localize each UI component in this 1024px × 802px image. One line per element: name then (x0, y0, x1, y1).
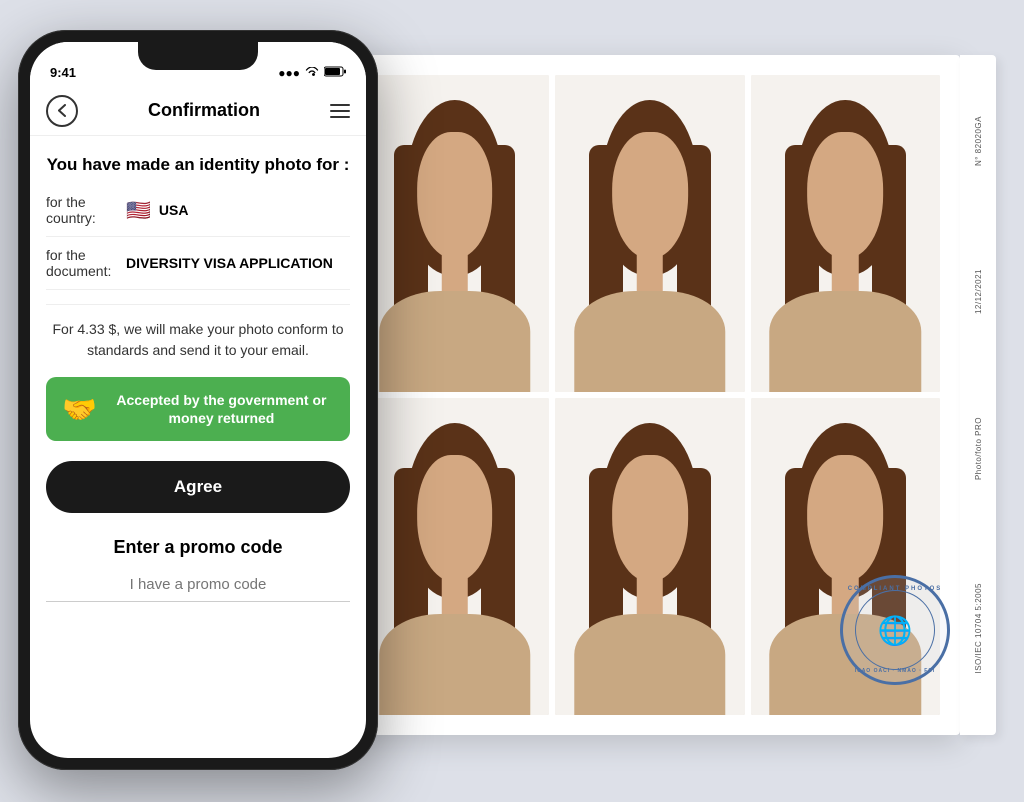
sheet-date1: 12/12/2021 (974, 269, 983, 314)
back-button[interactable] (46, 95, 78, 127)
stamp-text-bottom: ICAO OACI · NMAO · FCI (855, 668, 936, 674)
passport-photo (555, 398, 744, 715)
photo-sheet: N° 82020GA 12/12/2021 Photo/foto PRO ISO… (340, 55, 960, 735)
photo-cell-5 (555, 398, 744, 715)
photo-cell-4 (360, 398, 549, 715)
phone-screen: 9:41 ●●● Confirmation (30, 42, 366, 758)
phone-shell: 9:41 ●●● Confirmation (18, 30, 378, 770)
phone-mockup: 9:41 ●●● Confirmation (18, 30, 378, 770)
signal-icon: ●●● (278, 66, 300, 80)
guarantee-banner: 🤝 Accepted by the government or money re… (46, 377, 350, 441)
stamp-inner: 🌐 (855, 590, 935, 670)
battery-icon (324, 66, 346, 80)
document-value: DIVERSITY VISA APPLICATION (126, 255, 333, 271)
promo-input[interactable] (46, 568, 350, 602)
handshake-icon: 🤝 (62, 393, 97, 426)
menu-line (330, 116, 350, 118)
photo-sheet-sidebar: N° 82020GA 12/12/2021 Photo/foto PRO ISO… (960, 55, 996, 735)
nav-title: Confirmation (148, 100, 260, 121)
document-label: for the document: (46, 247, 126, 279)
sheet-standard: ISO/IEC 10704 5:2005 (974, 583, 983, 674)
country-value: 🇺🇸 USA (126, 198, 188, 223)
passport-photo (360, 398, 549, 715)
passport-photo (555, 75, 744, 392)
menu-line (330, 110, 350, 112)
stamp-circle: COMPLIANT PHOTOS 🌐 ICAO OACI · NMAO · FC… (840, 575, 950, 685)
photo-sheet-wrapper: N° 82020GA 12/12/2021 Photo/foto PRO ISO… (340, 55, 1020, 755)
stamp-text-top: COMPLIANT PHOTOS (848, 586, 943, 592)
country-name: USA (159, 202, 189, 218)
sheet-brand: Photo/foto PRO (974, 417, 983, 480)
section-title: You have made an identity photo for : (46, 154, 350, 176)
globe-icon: 🌐 (878, 614, 913, 647)
guarantee-text: Accepted by the government or money retu… (109, 391, 334, 427)
agree-button[interactable]: Agree (46, 461, 350, 513)
country-label: for the country: (46, 194, 126, 226)
status-time: 9:41 (50, 65, 76, 80)
flag-icon: 🇺🇸 (126, 198, 151, 223)
document-row: for the document: DIVERSITY VISA APPLICA… (46, 247, 350, 290)
sheet-number: N° 82020GA (974, 116, 983, 166)
screen-content: You have made an identity photo for : fo… (30, 136, 366, 758)
status-icons: ●●● (278, 66, 346, 80)
promo-title: Enter a promo code (46, 537, 350, 558)
price-text: For 4.33 $, we will make your photo conf… (46, 319, 350, 361)
passport-photo (360, 75, 549, 392)
passport-photo (751, 75, 940, 392)
wifi-icon (305, 66, 319, 80)
compliance-stamp: COMPLIANT PHOTOS 🌐 ICAO OACI · NMAO · FC… (840, 575, 960, 695)
menu-line (330, 104, 350, 106)
promo-section: Enter a promo code (46, 537, 350, 602)
photo-cell-3 (751, 75, 940, 392)
photo-cell-2 (555, 75, 744, 392)
photo-cell-1 (360, 75, 549, 392)
country-row: for the country: 🇺🇸 USA (46, 194, 350, 237)
divider (46, 304, 350, 305)
phone-notch (138, 42, 258, 70)
menu-button[interactable] (330, 104, 350, 118)
nav-bar: Confirmation (30, 86, 366, 136)
